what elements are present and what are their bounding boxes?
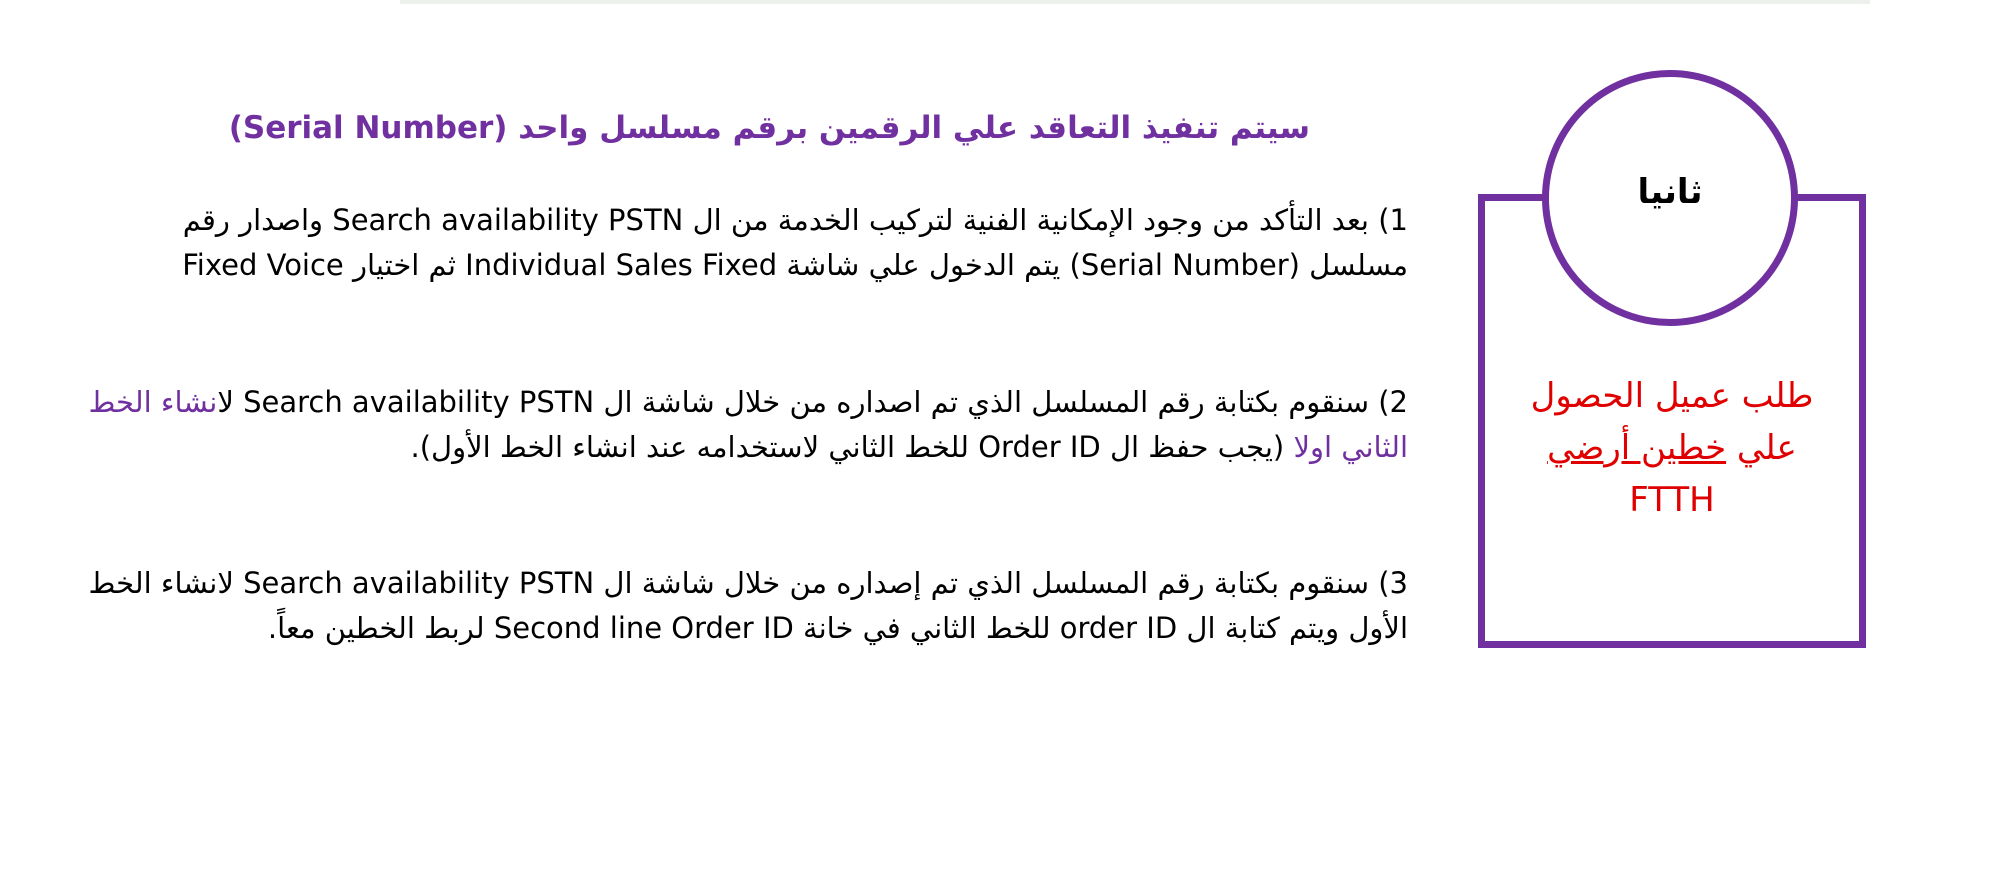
- page-heading: سيتم تنفيذ التعاقد علي الرقمين برقم مسلس…: [228, 110, 1310, 146]
- section-number-badge: ثانيا: [1542, 70, 1798, 326]
- request-title: طلب عميل الحصول علي خطين أرضي FTTH: [1478, 370, 1866, 526]
- step-2-text-after: (يجب حفظ ال Order ID للخط الثاني لاستخدا…: [410, 430, 1294, 464]
- request-title-line3: FTTH: [1629, 480, 1715, 520]
- request-title-line2: علي خطين أرضي: [1478, 422, 1866, 474]
- step-1-text: 1) بعد التأكد من وجود الإمكانية الفنية ل…: [182, 203, 1408, 282]
- step-2-text-before: 2) سنقوم بكتابة رقم المسلسل الذي تم اصدا…: [217, 385, 1408, 419]
- top-divider: [400, 0, 1870, 4]
- step-3-text: 3) سنقوم بكتابة رقم المسلسل الذي تم إصدا…: [88, 566, 1408, 645]
- request-title-line2-underlined: خطين أرضي: [1547, 428, 1727, 468]
- request-title-line1: طلب عميل الحصول: [1530, 376, 1814, 416]
- section-number-label: ثانيا: [1637, 172, 1703, 212]
- request-title-line2-prefix: علي: [1726, 428, 1797, 468]
- step-2-text: 2) سنقوم بكتابة رقم المسلسل الذي تم اصدا…: [86, 380, 1408, 470]
